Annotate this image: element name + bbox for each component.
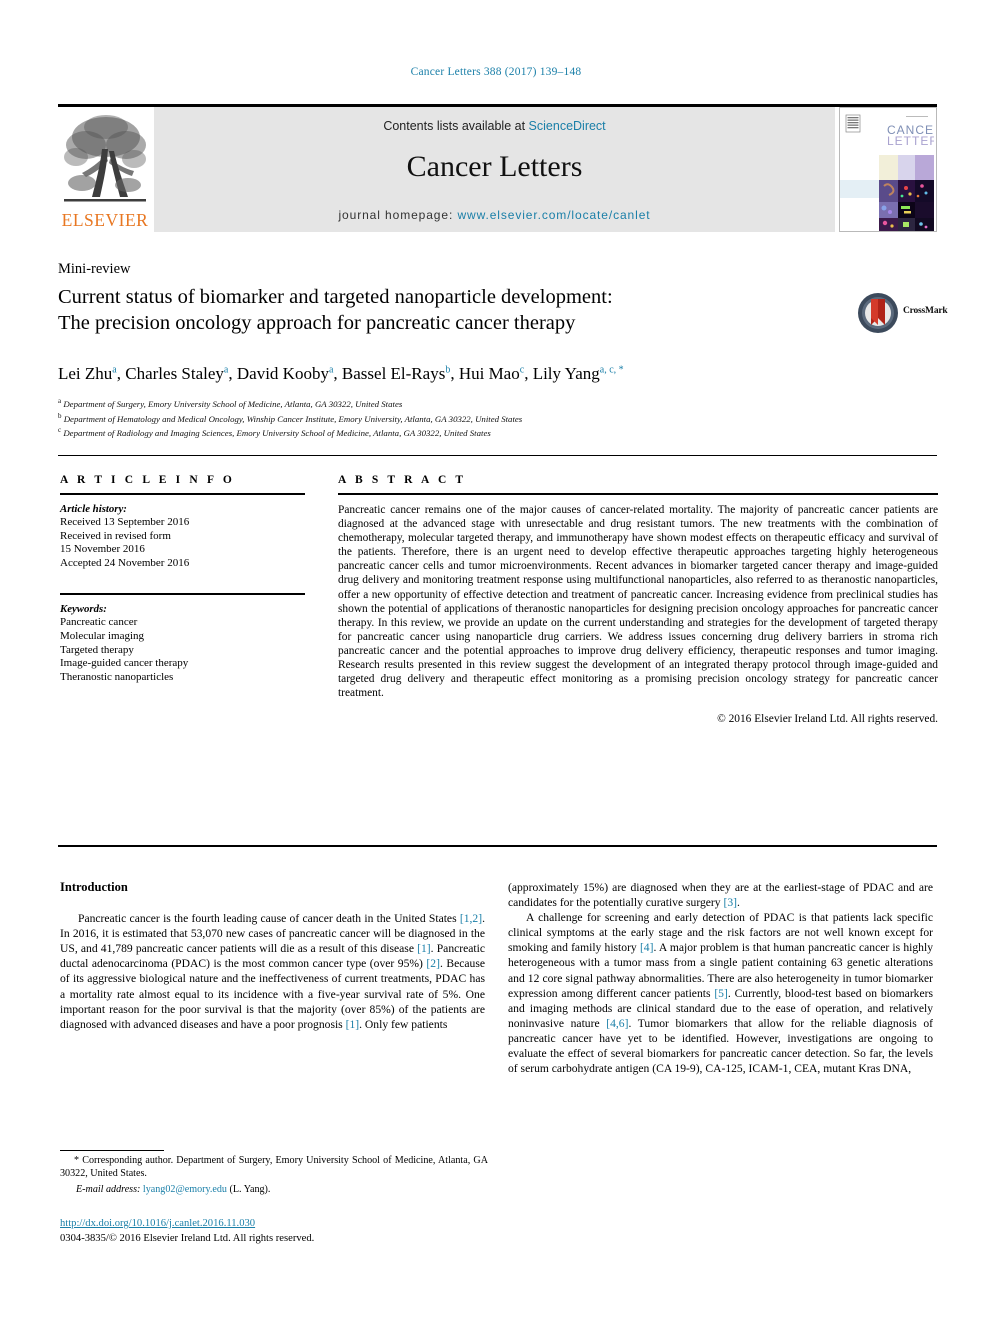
citation-link[interactable]: [1]: [417, 942, 431, 955]
keyword-item: Image-guided cancer therapy: [60, 657, 189, 670]
crossmark-badge[interactable]: CrossMark: [857, 292, 948, 338]
abstract-text: Pancreatic cancer remains one of the maj…: [338, 504, 938, 700]
body-paragraph: Pancreatic cancer is the fourth leading …: [60, 911, 485, 1032]
affiliation-item: c Department of Radiology and Imaging Sc…: [58, 425, 938, 440]
author-affil-marker: a, c, *: [599, 364, 624, 376]
article-type-label: Mini-review: [58, 261, 131, 277]
info-panel-top-rule: [58, 455, 937, 456]
corresponding-marker: *: [74, 1155, 80, 1166]
author-name: Lei Zhu: [58, 364, 113, 383]
keywords-label: Keywords:: [60, 603, 107, 616]
svg-text:LETTERS: LETTERS: [887, 134, 934, 148]
elsevier-wordmark: ELSEVIER: [61, 210, 149, 230]
email-label: E-mail address:: [76, 1183, 141, 1195]
author-affil-marker: a: [328, 364, 334, 376]
citation-link[interactable]: [1]: [346, 1018, 360, 1031]
article-info-rule: [60, 493, 305, 495]
abstract-heading: A B S T R A C T: [338, 474, 467, 486]
contents-prefix: Contents lists available at: [383, 119, 526, 133]
footnote-block: * Corresponding author. Department of Su…: [60, 1155, 488, 1197]
citation-link[interactable]: [4]: [640, 941, 654, 954]
affiliation-item: a Department of Surgery, Emory Universit…: [58, 396, 938, 411]
homepage-prefix: journal homepage:: [338, 208, 454, 222]
article-history-item: Accepted 24 November 2016: [60, 556, 190, 569]
running-head: Cancer Letters 388 (2017) 139–148: [410, 66, 582, 78]
elsevier-logo: ELSEVIER: [58, 107, 152, 232]
body-text: (approximately 15%) are diagnosed when t…: [508, 881, 933, 910]
body-right-column: (approximately 15%) are diagnosed when t…: [508, 880, 933, 1076]
author-name: Charles Staley: [125, 364, 224, 383]
abstract-column: A B S T R A C T Pancreatic cancer remain…: [338, 474, 938, 725]
article-history-item: Received in revised form: [60, 529, 171, 542]
doi-link[interactable]: http://dx.doi.org/10.1016/j.canlet.2016.…: [60, 1218, 255, 1229]
footnote-divider: [60, 1150, 164, 1151]
abstract-rule: [338, 493, 938, 495]
body-paragraph: A challenge for screening and early dete…: [508, 910, 933, 1076]
journal-homepage-line: journal homepage: www.elsevier.com/locat…: [154, 208, 835, 222]
paper-title-line1: Current status of biomarker and targeted…: [58, 286, 613, 308]
issn-copyright-line: 0304-3835/© 2016 Elsevier Ireland Ltd. A…: [60, 1233, 315, 1244]
email-note: E-mail address: lyang02@emory.edu (L. Ya…: [60, 1184, 488, 1197]
crossmark-label: CrossMark: [903, 306, 948, 316]
homepage-url-link[interactable]: www.elsevier.com/locate/canlet: [457, 208, 650, 222]
affiliation-marker: a: [58, 397, 62, 405]
author-affil-marker: b: [445, 364, 451, 376]
contents-available-line: Contents lists available at ScienceDirec…: [154, 119, 835, 133]
corresponding-author-text: Corresponding author. Department of Surg…: [60, 1155, 488, 1179]
keyword-item: Pancreatic cancer: [60, 616, 138, 629]
body-paragraph: (approximately 15%) are diagnosed when t…: [508, 880, 933, 910]
article-info-column: A R T I C L E I N F O Article history: R…: [60, 474, 305, 684]
abstract-copyright: © 2016 Elsevier Ireland Ltd. All rights …: [717, 713, 938, 726]
body-text: . Only few patients: [359, 1017, 448, 1031]
article-first-page: Cancer Letters 388 (2017) 139–148 ELSEVI…: [0, 0, 992, 1323]
author-name: Hui Mao: [458, 364, 520, 383]
keywords-rule: [60, 593, 305, 596]
article-info-heading: A R T I C L E I N F O: [60, 474, 235, 486]
sciencedirect-link[interactable]: ScienceDirect: [529, 119, 606, 133]
keyword-item: Theranostic nanoparticles: [60, 670, 174, 683]
author-affil-marker: a: [223, 364, 229, 376]
introduction-heading: Introduction: [60, 880, 128, 894]
affiliation-marker: b: [58, 411, 62, 420]
affiliation-text: Department of Radiology and Imaging Scie…: [63, 427, 491, 438]
author-name: Bassel El-Rays: [341, 364, 446, 383]
paper-title-block: Current status of biomarker and targeted…: [58, 284, 818, 336]
citation-link[interactable]: [1,2]: [460, 912, 482, 925]
keyword-item: Targeted therapy: [60, 643, 134, 656]
article-history-item: Received 13 September 2016: [60, 516, 190, 528]
journal-masthead: ELSEVIER Contents lists available at Sci…: [58, 104, 937, 235]
citation-link[interactable]: [4,6]: [606, 1017, 628, 1030]
crossmark-badge-icon: [858, 293, 898, 333]
masthead-banner: Contents lists available at ScienceDirec…: [154, 107, 835, 232]
keyword-item: Molecular imaging: [60, 629, 145, 642]
body-left-column: Introduction Pancreatic cancer is the fo…: [60, 880, 485, 1032]
author-list: Lei Zhua, Charles Staleya, David Koobya,…: [58, 364, 624, 383]
article-history-label: Article history:: [60, 503, 127, 515]
author-name: Lily Yang: [532, 364, 600, 383]
citation-link[interactable]: [3]: [723, 896, 737, 909]
affiliation-list: a Department of Surgery, Emory Universit…: [58, 396, 938, 440]
paper-title-line2: The precision oncology approach for panc…: [58, 312, 576, 334]
article-history-item: 15 November 2016: [60, 543, 145, 556]
citation-link[interactable]: [2]: [426, 957, 440, 970]
journal-cover-image: CANCER LETTERS: [840, 108, 936, 231]
email-suffix: (L. Yang).: [229, 1183, 271, 1195]
body-text: .: [737, 896, 740, 910]
citation-link[interactable]: [5]: [714, 987, 728, 1000]
corresponding-author-note: * Corresponding author. Department of Su…: [60, 1155, 488, 1181]
author-affil-marker: c: [519, 364, 525, 376]
info-panel-bottom-rule: [58, 845, 937, 847]
affiliation-text: Department of Hematology and Medical Onc…: [63, 413, 523, 424]
email-link[interactable]: lyang02@emory.edu: [143, 1184, 227, 1195]
affiliation-text: Department of Surgery, Emory University …: [63, 398, 403, 409]
body-text: Pancreatic cancer is the fourth leading …: [78, 912, 460, 926]
journal-title: Cancer Letters: [406, 150, 583, 183]
affiliation-item: b Department of Hematology and Medical O…: [58, 411, 938, 426]
affiliation-marker: c: [58, 426, 62, 435]
author-name: David Kooby: [236, 364, 329, 383]
elsevier-tree-icon: [64, 115, 146, 202]
journal-cover-thumbnail: CANCER LETTERS: [839, 107, 937, 232]
author-affil-marker: a: [112, 364, 117, 376]
